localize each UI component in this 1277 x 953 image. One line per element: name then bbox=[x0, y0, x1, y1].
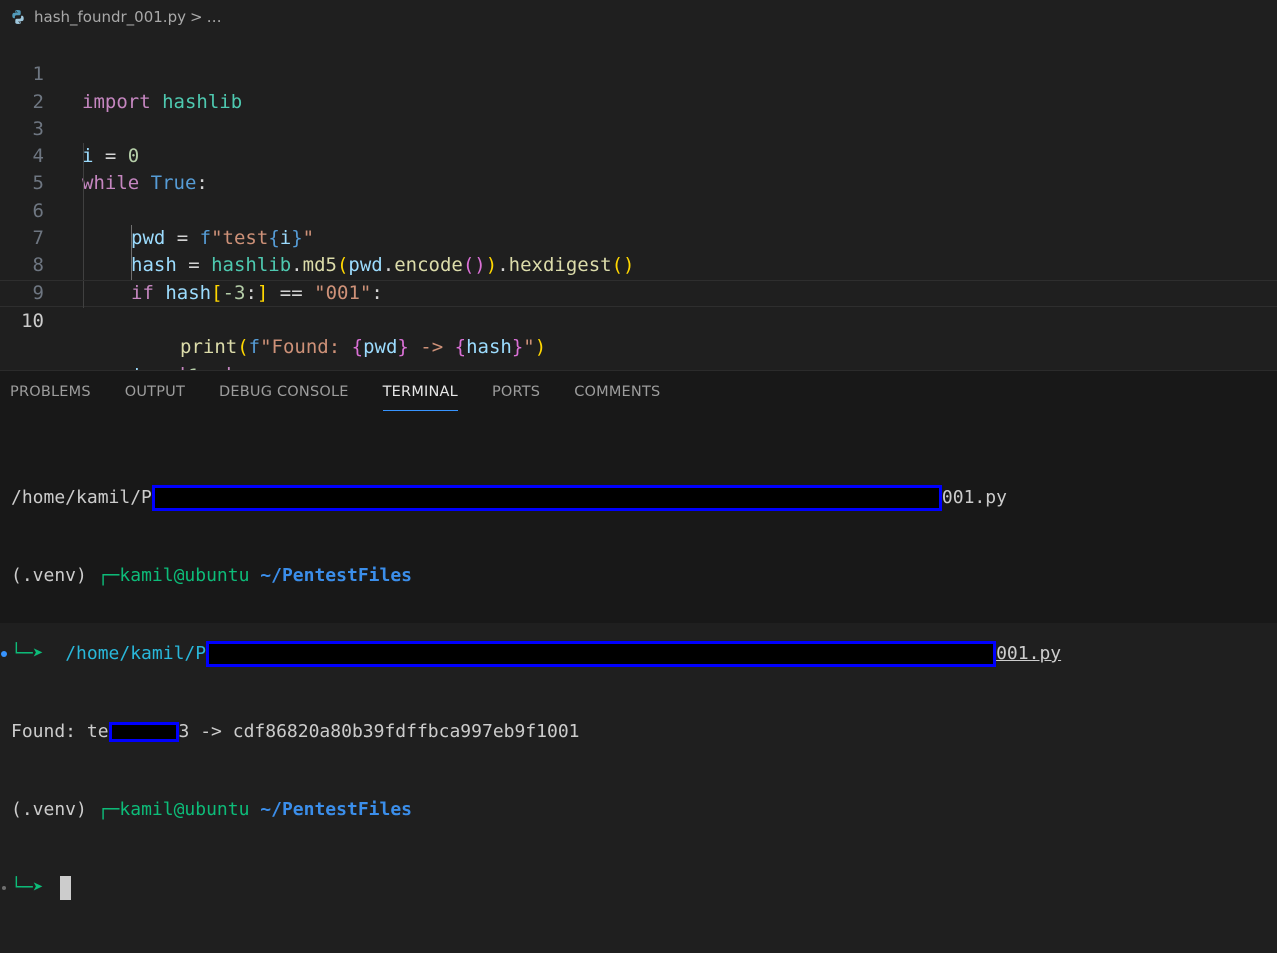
tab-ports[interactable]: PORTS bbox=[492, 371, 540, 413]
redaction-box bbox=[206, 641, 997, 667]
command-status-dot[interactable] bbox=[2, 886, 6, 890]
indent-guide bbox=[83, 252, 84, 280]
tab-comments[interactable]: COMMENTS bbox=[574, 371, 660, 413]
terminal-line: Found: te 3 -> cdf86820a80b39fdffbca997eb… bbox=[11, 721, 580, 742]
code-line: 4 while True: bbox=[0, 116, 1277, 194]
tab-terminal[interactable]: TERMINAL bbox=[382, 371, 459, 413]
breadcrumb: hash_foundr_001.py > … bbox=[0, 0, 1277, 34]
tab-debug-console[interactable]: DEBUG CONSOLE bbox=[219, 371, 349, 413]
terminal-line: └─➤ /home/kamil/P 001.py bbox=[1, 641, 1061, 667]
code-editor[interactable]: 1 import hashlib 2 3 i = 0 4 while True:… bbox=[0, 34, 1277, 387]
bottom-panel: PROBLEMS OUTPUT DEBUG CONSOLE TERMINAL P… bbox=[0, 370, 1277, 900]
code-line: 2 bbox=[0, 61, 1277, 113]
code-line-current: 10 i += 1 bbox=[0, 279, 1277, 387]
indent-guide bbox=[131, 252, 132, 280]
tab-problems[interactable]: PROBLEMS bbox=[10, 371, 91, 413]
terminal-line: (.venv) ┌─kamil@ubuntu ~/PentestFiles bbox=[11, 799, 412, 820]
code-line: 5 pwd = f"test{i}" bbox=[0, 143, 1277, 249]
python-file-icon bbox=[10, 9, 26, 25]
terminal-line: (.venv) ┌─kamil@ubuntu ~/PentestFiles bbox=[11, 565, 412, 586]
tab-output[interactable]: OUTPUT bbox=[125, 371, 185, 413]
panel-tabs: PROBLEMS OUTPUT DEBUG CONSOLE TERMINAL P… bbox=[0, 371, 684, 413]
code-line: 8 print(f"Found: {pwd} -> {hash}") bbox=[0, 225, 1277, 358]
indent-guide bbox=[131, 225, 132, 253]
code-line: 3 i = 0 bbox=[0, 89, 1277, 167]
indent-guide bbox=[83, 170, 84, 198]
terminal-cursor bbox=[60, 876, 72, 900]
terminal-line: └─➤ bbox=[2, 875, 1061, 901]
redaction-box bbox=[108, 722, 179, 742]
indent-guide bbox=[83, 225, 84, 253]
code-line: 1 import hashlib bbox=[0, 34, 1277, 112]
code-line: 9 break bbox=[0, 252, 1277, 386]
line-number: 10 bbox=[21, 309, 44, 332]
breadcrumb-separator: > bbox=[189, 8, 203, 26]
redaction-box bbox=[151, 485, 942, 511]
indent-guide bbox=[83, 143, 84, 171]
code-line: 7 if hash[-3:] == "001": bbox=[0, 197, 1277, 304]
breadcrumb-more[interactable]: … bbox=[207, 8, 222, 26]
terminal-output[interactable]: /home/kamil/P 001.py (.venv) ┌─kamil@ubun… bbox=[1, 433, 1061, 953]
breadcrumb-file[interactable]: hash_foundr_001.py bbox=[34, 8, 186, 26]
terminal-line: /home/kamil/P 001.py bbox=[11, 485, 1061, 511]
command-status-dot[interactable] bbox=[1, 651, 7, 657]
code-line: 6 hash = hashlib.md5(pwd.encode()).hexdi… bbox=[0, 170, 1277, 276]
indent-guide bbox=[83, 280, 84, 308]
indent-guide bbox=[83, 197, 84, 226]
